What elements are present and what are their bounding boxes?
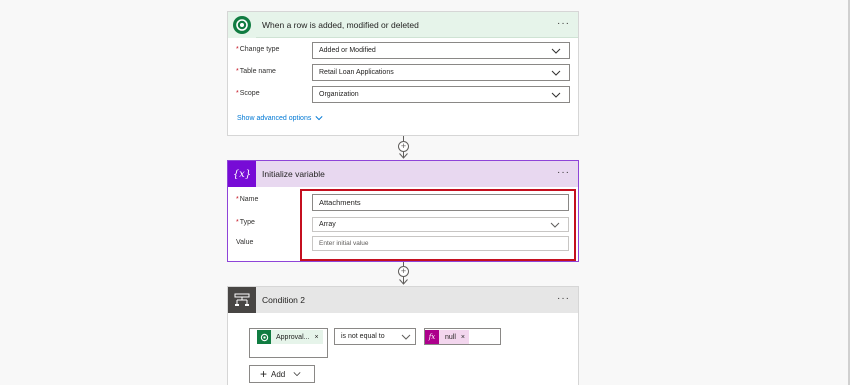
change-type-select[interactable]: Added or Modified bbox=[312, 42, 570, 59]
trigger-card: When a row is added, modified or deleted… bbox=[227, 11, 579, 136]
name-label: *Name bbox=[236, 196, 259, 203]
variable-icon: {x} bbox=[228, 161, 256, 187]
dataverse-icon bbox=[228, 11, 256, 38]
name-value: Attachments bbox=[319, 198, 361, 207]
null-token-label: null bbox=[445, 333, 456, 341]
insert-step-button[interactable]: + bbox=[398, 141, 409, 152]
approval-token[interactable]: Approval... × bbox=[257, 330, 323, 344]
operator-value: is not equal to bbox=[341, 333, 385, 340]
remove-token-icon[interactable]: × bbox=[461, 334, 465, 341]
arrow-down-icon bbox=[399, 153, 408, 159]
condition-more-menu[interactable]: ··· bbox=[557, 294, 570, 304]
value-label: Value bbox=[236, 239, 254, 246]
function-icon: fx bbox=[425, 330, 439, 344]
name-input[interactable]: Attachments bbox=[312, 194, 569, 211]
chevron-down-icon bbox=[551, 70, 561, 76]
arrow-down-icon bbox=[399, 279, 408, 285]
condition-icon bbox=[228, 287, 256, 313]
condition-title: Condition 2 bbox=[262, 295, 306, 305]
insert-step-button[interactable]: + bbox=[398, 266, 409, 277]
condition-left-operand[interactable]: Approval... × bbox=[249, 328, 328, 358]
chevron-down-icon bbox=[315, 116, 323, 121]
chevron-down-icon bbox=[551, 48, 561, 54]
chevron-down-icon bbox=[293, 372, 301, 377]
plus-icon: + bbox=[400, 266, 407, 276]
initialize-variable-header[interactable]: {x} Initialize variable ··· bbox=[228, 161, 578, 187]
trigger-more-menu[interactable]: ··· bbox=[557, 19, 570, 29]
scope-label: *Scope bbox=[236, 90, 260, 97]
dataverse-icon bbox=[257, 330, 271, 344]
plus-icon: + bbox=[260, 367, 268, 381]
type-value: Array bbox=[319, 221, 336, 228]
condition-right-operand[interactable]: fx null × bbox=[424, 328, 501, 345]
show-advanced-label: Show advanced options bbox=[237, 114, 312, 122]
condition-card: Condition 2 ··· Approval... × is not equ… bbox=[227, 286, 579, 385]
change-type-label: *Change type bbox=[236, 46, 280, 53]
plus-icon: + bbox=[400, 141, 407, 151]
table-name-value: Retail Loan Applications bbox=[319, 69, 394, 76]
value-input[interactable]: Enter initial value bbox=[312, 236, 569, 251]
type-select[interactable]: Array bbox=[312, 217, 569, 232]
trigger-card-header[interactable]: When a row is added, modified or deleted… bbox=[228, 11, 578, 38]
chevron-down-icon bbox=[401, 334, 411, 340]
add-label: Add bbox=[271, 369, 286, 379]
remove-token-icon[interactable]: × bbox=[314, 334, 318, 341]
condition-header[interactable]: Condition 2 ··· bbox=[228, 287, 578, 313]
null-expression-token[interactable]: fx null × bbox=[425, 330, 469, 344]
initialize-variable-card: {x} Initialize variable ··· *Name Attach… bbox=[227, 160, 579, 262]
show-advanced-options-link[interactable]: Show advanced options bbox=[237, 114, 323, 122]
chevron-down-icon bbox=[551, 92, 561, 98]
table-name-select[interactable]: Retail Loan Applications bbox=[312, 64, 570, 81]
approval-token-label: Approval... bbox=[276, 333, 310, 341]
chevron-down-icon bbox=[550, 222, 560, 228]
add-button[interactable]: + Add bbox=[249, 365, 315, 383]
condition-operator-select[interactable]: is not equal to bbox=[334, 328, 416, 345]
trigger-title: When a row is added, modified or deleted bbox=[262, 19, 419, 30]
scope-select[interactable]: Organization bbox=[312, 86, 570, 103]
change-type-value: Added or Modified bbox=[319, 47, 376, 54]
initialize-variable-title: Initialize variable bbox=[262, 169, 325, 179]
initialize-variable-more-menu[interactable]: ··· bbox=[557, 168, 570, 178]
type-label: *Type bbox=[236, 219, 255, 226]
table-name-label: *Table name bbox=[236, 68, 276, 75]
value-placeholder: Enter initial value bbox=[319, 240, 369, 247]
scope-value: Organization bbox=[319, 91, 359, 98]
